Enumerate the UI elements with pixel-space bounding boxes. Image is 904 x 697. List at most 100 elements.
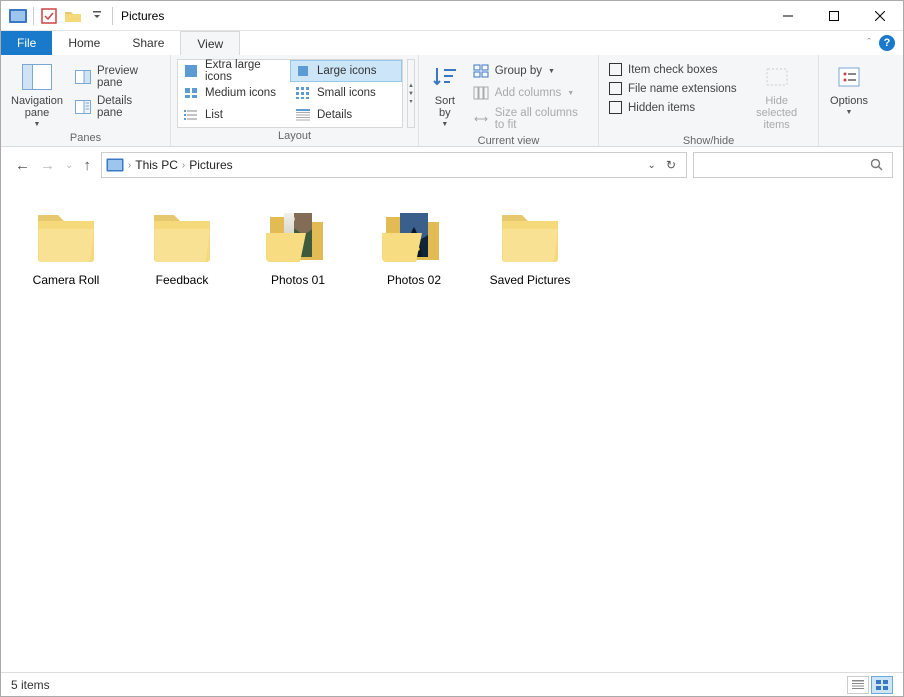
layout-small-icons[interactable]: Small icons xyxy=(290,82,402,104)
hide-selected-icon xyxy=(761,61,793,93)
folder-item[interactable]: Feedback xyxy=(127,205,237,287)
separator xyxy=(112,7,113,25)
options-button[interactable]: Options ▼ xyxy=(825,59,873,118)
layout-gallery-more[interactable]: ▲▼▾ xyxy=(407,59,415,128)
details-pane-icon xyxy=(75,99,91,115)
file-list[interactable]: Camera Roll Feedback Photos 01 Photos 02 Sav… xyxy=(1,185,903,672)
group-show-hide-label: Show/hide xyxy=(605,133,812,151)
breadcrumb-current[interactable]: Pictures xyxy=(189,158,232,172)
checkbox-icon xyxy=(609,82,622,95)
folder-icon xyxy=(30,205,102,267)
tab-home[interactable]: Home xyxy=(52,31,116,55)
size-columns-button[interactable]: Size all columns to fit xyxy=(469,105,592,133)
navigation-pane-icon xyxy=(21,61,53,93)
sort-by-button[interactable]: Sort by ▼ xyxy=(425,59,465,130)
chevron-down-icon: ▼ xyxy=(441,121,448,128)
add-columns-icon xyxy=(473,85,489,101)
forward-button[interactable]: → xyxy=(40,157,55,174)
hidden-items-toggle[interactable]: Hidden items xyxy=(605,99,741,116)
group-layout: Extra large icons Large icons Medium ico… xyxy=(171,55,419,146)
nav-arrows: ← → ⌄ ↑ xyxy=(11,157,95,174)
maximize-button[interactable] xyxy=(811,1,857,31)
breadcrumb-root[interactable]: This PC xyxy=(135,158,178,172)
ribbon: Navigation pane ▼ Preview pane Details p… xyxy=(1,55,903,147)
chevron-down-icon: ▼ xyxy=(548,68,555,75)
up-button[interactable]: ↑ xyxy=(83,157,91,174)
tab-view[interactable]: View xyxy=(180,31,240,55)
folder-item[interactable]: Photos 02 xyxy=(359,205,469,287)
sort-icon xyxy=(429,61,461,93)
layout-large-icons[interactable]: Large icons xyxy=(290,60,402,82)
collapse-ribbon-icon[interactable]: ˆ xyxy=(867,37,871,49)
location-icon xyxy=(106,158,124,172)
group-show-hide: Item check boxes File name extensions Hi… xyxy=(599,55,819,146)
folder-item[interactable]: Photos 01 xyxy=(243,205,353,287)
layout-list[interactable]: List xyxy=(178,104,290,126)
group-panes: Navigation pane ▼ Preview pane Details p… xyxy=(1,55,171,146)
folder-label: Feedback xyxy=(156,273,209,287)
search-icon xyxy=(870,158,884,172)
back-button[interactable]: ← xyxy=(15,157,30,174)
large-icons-view-toggle[interactable] xyxy=(871,676,893,694)
details-pane-label: Details pane xyxy=(97,95,160,119)
group-by-icon xyxy=(473,63,489,79)
search-box[interactable] xyxy=(693,152,893,178)
minimize-button[interactable] xyxy=(765,1,811,31)
group-current-view-label: Current view xyxy=(425,133,592,151)
quick-access-toolbar xyxy=(1,5,115,27)
details-view-toggle[interactable] xyxy=(847,676,869,694)
navigation-pane-button[interactable]: Navigation pane ▼ xyxy=(7,59,67,130)
address-dropdown-icon[interactable]: ⌄ xyxy=(648,160,656,171)
group-panes-label: Panes xyxy=(7,130,164,148)
layout-medium-icons[interactable]: Medium icons xyxy=(178,82,290,104)
folder-label: Camera Roll xyxy=(33,273,100,287)
tab-file[interactable]: File xyxy=(1,31,52,55)
folder-thumbnail-icon xyxy=(378,205,450,267)
layout-extra-large-icons[interactable]: Extra large icons xyxy=(178,60,290,82)
recent-locations-dropdown[interactable]: ⌄ xyxy=(65,160,73,171)
chevron-down-icon: ▼ xyxy=(567,90,574,97)
folder-thumbnail-icon xyxy=(262,205,334,267)
folder-label: Photos 01 xyxy=(271,273,325,287)
layout-details[interactable]: Details xyxy=(290,104,402,126)
chevron-right-icon[interactable]: › xyxy=(128,160,131,171)
chevron-right-icon[interactable]: › xyxy=(182,160,185,171)
close-button[interactable] xyxy=(857,1,903,31)
navigation-pane-label: Navigation pane xyxy=(11,95,63,119)
group-layout-label: Layout xyxy=(177,128,412,146)
address-bar[interactable]: › This PC › Pictures ⌄ ↻ xyxy=(101,152,687,178)
add-columns-button[interactable]: Add columns ▼ xyxy=(469,83,592,103)
folder-icon xyxy=(494,205,566,267)
folder-icon[interactable] xyxy=(62,5,84,27)
preview-pane-label: Preview pane xyxy=(97,65,160,89)
separator xyxy=(33,7,34,25)
tab-share[interactable]: Share xyxy=(116,31,180,55)
qat-dropdown-icon[interactable] xyxy=(86,5,108,27)
app-icon[interactable] xyxy=(7,5,29,27)
size-columns-icon xyxy=(473,111,489,127)
group-by-button[interactable]: Group by ▼ xyxy=(469,61,592,81)
status-bar: 5 items xyxy=(1,672,903,696)
details-pane-button[interactable]: Details pane xyxy=(71,93,164,121)
item-checkboxes-toggle[interactable]: Item check boxes xyxy=(605,61,741,78)
folder-item[interactable]: Saved Pictures xyxy=(475,205,585,287)
folder-item[interactable]: Camera Roll xyxy=(11,205,121,287)
title-bar: Pictures xyxy=(1,1,903,31)
chevron-down-icon: ▼ xyxy=(34,121,41,128)
folder-label: Saved Pictures xyxy=(490,273,571,287)
preview-pane-button[interactable]: Preview pane xyxy=(71,63,164,91)
group-current-view: Sort by ▼ Group by ▼ Add columns ▼ Size … xyxy=(419,55,599,146)
help-icon[interactable]: ? xyxy=(879,35,895,51)
hide-selected-button[interactable]: Hide selected items xyxy=(745,59,809,133)
file-extensions-toggle[interactable]: File name extensions xyxy=(605,80,741,97)
properties-icon[interactable] xyxy=(38,5,60,27)
address-bar-row: ← → ⌄ ↑ › This PC › Pictures ⌄ ↻ xyxy=(1,147,903,183)
chevron-down-icon: ▼ xyxy=(846,109,853,116)
status-item-count: 5 items xyxy=(11,678,50,692)
folder-icon xyxy=(146,205,218,267)
refresh-icon[interactable]: ↻ xyxy=(666,158,676,172)
preview-pane-icon xyxy=(75,69,91,85)
options-icon xyxy=(833,61,865,93)
ribbon-tabs: File Home Share View ˆ ? xyxy=(1,31,903,55)
folder-label: Photos 02 xyxy=(387,273,441,287)
